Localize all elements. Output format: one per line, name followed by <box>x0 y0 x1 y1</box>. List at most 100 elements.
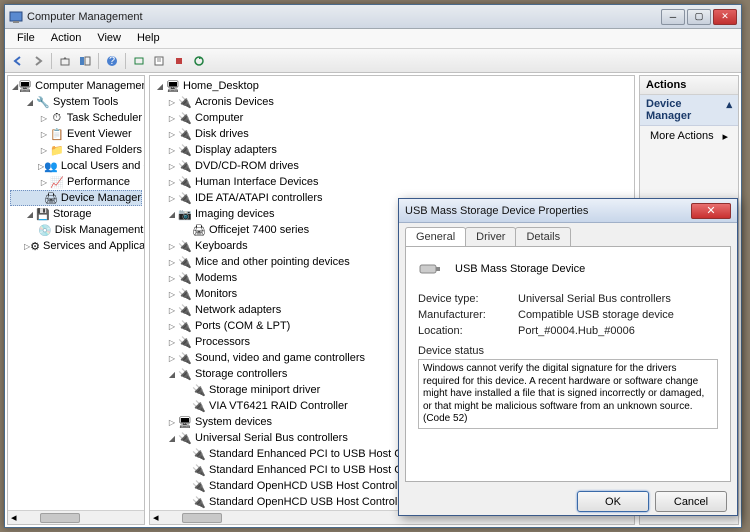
tree-system-tools[interactable]: ◢🔧System Tools <box>10 94 142 110</box>
device-icon: 🔌 <box>178 255 192 269</box>
tree-device-manager[interactable]: 🖨Device Manager <box>10 190 142 206</box>
perf-icon: 📈 <box>50 175 64 189</box>
device-properties-dialog: USB Mass Storage Device Properties ✕ Gen… <box>398 198 738 516</box>
titlebar[interactable]: Computer Management ─ ▢ ✕ <box>5 5 741 29</box>
window-title: Computer Management <box>27 11 661 23</box>
dialog-titlebar[interactable]: USB Mass Storage Device Properties ✕ <box>399 199 737 223</box>
actions-more[interactable]: More Actions▸ <box>640 126 738 147</box>
tree-event-viewer[interactable]: ▷📋Event Viewer <box>10 126 142 142</box>
disk-icon: 💿 <box>38 223 52 237</box>
chip-icon: 🔌 <box>178 367 192 381</box>
menu-file[interactable]: File <box>9 29 43 48</box>
device-status-text[interactable]: Windows cannot verify the digital signat… <box>418 359 718 429</box>
tab-details[interactable]: Details <box>515 227 571 246</box>
device-category[interactable]: ▷🔌DVD/CD-ROM drives <box>152 158 632 174</box>
expand-icon[interactable]: ▷ <box>166 112 178 124</box>
expand-icon[interactable]: ▷ <box>38 128 50 140</box>
expand-icon[interactable]: ▷ <box>166 240 178 252</box>
collapse-icon[interactable]: ◢ <box>166 432 178 444</box>
tree-local-users[interactable]: ▷👥Local Users and Gr <box>10 158 142 174</box>
printer-icon: 🖨 <box>192 223 206 237</box>
device-category[interactable]: ▷🔌Computer <box>152 110 632 126</box>
scan-button[interactable] <box>130 52 148 70</box>
scrollbar-horizontal[interactable]: ◂ <box>8 510 144 524</box>
collapse-icon[interactable]: ◢ <box>154 80 166 92</box>
dialog-title: USB Mass Storage Device Properties <box>405 205 691 217</box>
tree-performance[interactable]: ▷📈Performance <box>10 174 142 190</box>
tree-services[interactable]: ▷⚙Services and Applicati <box>10 238 142 254</box>
uninstall-button[interactable] <box>170 52 188 70</box>
actions-group[interactable]: Device Manager▴ <box>640 95 738 126</box>
cancel-button[interactable]: Cancel <box>655 491 727 512</box>
expand-icon[interactable]: ▷ <box>38 176 50 188</box>
tree-task-scheduler[interactable]: ▷⏱Task Scheduler <box>10 110 142 126</box>
close-button[interactable]: ✕ <box>713 9 737 25</box>
device-icon: 🔌 <box>178 143 192 157</box>
back-button[interactable] <box>9 52 27 70</box>
expand-icon[interactable]: ▷ <box>166 304 178 316</box>
menu-help[interactable]: Help <box>129 29 168 48</box>
device-root[interactable]: ◢🖥Home_Desktop <box>152 78 632 94</box>
location-label: Location: <box>418 325 518 337</box>
tabstrip: General Driver Details <box>405 227 731 246</box>
update-button[interactable] <box>190 52 208 70</box>
chip-icon: 🔌 <box>192 399 206 413</box>
chevron-right-icon: ▸ <box>722 130 728 143</box>
device-category[interactable]: ▷🔌Acronis Devices <box>152 94 632 110</box>
tree-storage[interactable]: ◢💾Storage <box>10 206 142 222</box>
forward-button[interactable] <box>29 52 47 70</box>
expand-icon[interactable]: ▷ <box>38 144 50 156</box>
menu-action[interactable]: Action <box>43 29 90 48</box>
device-icon: 🔌 <box>178 175 192 189</box>
device-icon: 🔌 <box>178 335 192 349</box>
collapse-icon[interactable]: ◢ <box>24 96 36 108</box>
device-category[interactable]: ▷🔌Human Interface Devices <box>152 174 632 190</box>
device-icon: 🔌 <box>192 495 206 509</box>
expand-icon[interactable]: ▷ <box>166 192 178 204</box>
expand-icon[interactable]: ▷ <box>166 272 178 284</box>
scrollbar-thumb[interactable] <box>40 513 80 523</box>
expand-icon[interactable]: ▷ <box>166 288 178 300</box>
expand-icon[interactable]: ▷ <box>166 96 178 108</box>
tree-root[interactable]: ◢🖥Computer Management <box>10 78 142 94</box>
folder-icon: 📁 <box>50 143 64 157</box>
collapse-icon[interactable]: ◢ <box>24 208 36 220</box>
expand-icon[interactable]: ▷ <box>166 416 178 428</box>
expand-icon[interactable]: ▷ <box>166 256 178 268</box>
 <box>180 496 192 508</box>
collapse-icon[interactable]: ◢ <box>166 208 178 220</box>
tree-disk-management[interactable]: 💿Disk Management <box>10 222 142 238</box>
ok-button[interactable]: OK <box>577 491 649 512</box>
expand-icon[interactable]: ▷ <box>166 144 178 156</box>
device-icon: 🔌 <box>178 271 192 285</box>
device-category[interactable]: ▷🔌Display adapters <box>152 142 632 158</box>
tab-general-body: USB Mass Storage Device Device type:Univ… <box>405 246 731 482</box>
expand-icon[interactable]: ▷ <box>166 176 178 188</box>
show-hide-tree-button[interactable] <box>76 52 94 70</box>
tree-shared-folders[interactable]: ▷📁Shared Folders <box>10 142 142 158</box>
device-category[interactable]: ▷🔌Disk drives <box>152 126 632 142</box>
device-icon: 🔌 <box>178 319 192 333</box>
expand-icon[interactable]: ▷ <box>38 112 50 124</box>
tab-driver[interactable]: Driver <box>465 227 516 246</box>
expand-icon[interactable]: ▷ <box>166 352 178 364</box>
device-icon: 🔌 <box>192 463 206 477</box>
expand-icon[interactable]: ▷ <box>166 128 178 140</box>
up-button[interactable] <box>56 52 74 70</box>
device-type-label: Device type: <box>418 293 518 305</box>
help-button[interactable]: ? <box>103 52 121 70</box>
tab-general[interactable]: General <box>405 227 466 246</box>
expand-icon[interactable]: ▷ <box>166 320 178 332</box>
storage-icon: 💾 <box>36 207 50 221</box>
menu-view[interactable]: View <box>89 29 129 48</box>
collapse-icon[interactable]: ◢ <box>166 368 178 380</box>
device-icon: 🔌 <box>178 351 192 365</box>
dialog-close-button[interactable]: ✕ <box>691 203 731 219</box>
properties-button[interactable] <box>150 52 168 70</box>
expand-icon[interactable]: ▷ <box>166 160 178 172</box>
scrollbar-thumb[interactable] <box>182 513 222 523</box>
minimize-button[interactable]: ─ <box>661 9 685 25</box>
console-tree[interactable]: ◢🖥Computer Management ◢🔧System Tools ▷⏱T… <box>8 76 144 510</box>
maximize-button[interactable]: ▢ <box>687 9 711 25</box>
expand-icon[interactable]: ▷ <box>166 336 178 348</box>
